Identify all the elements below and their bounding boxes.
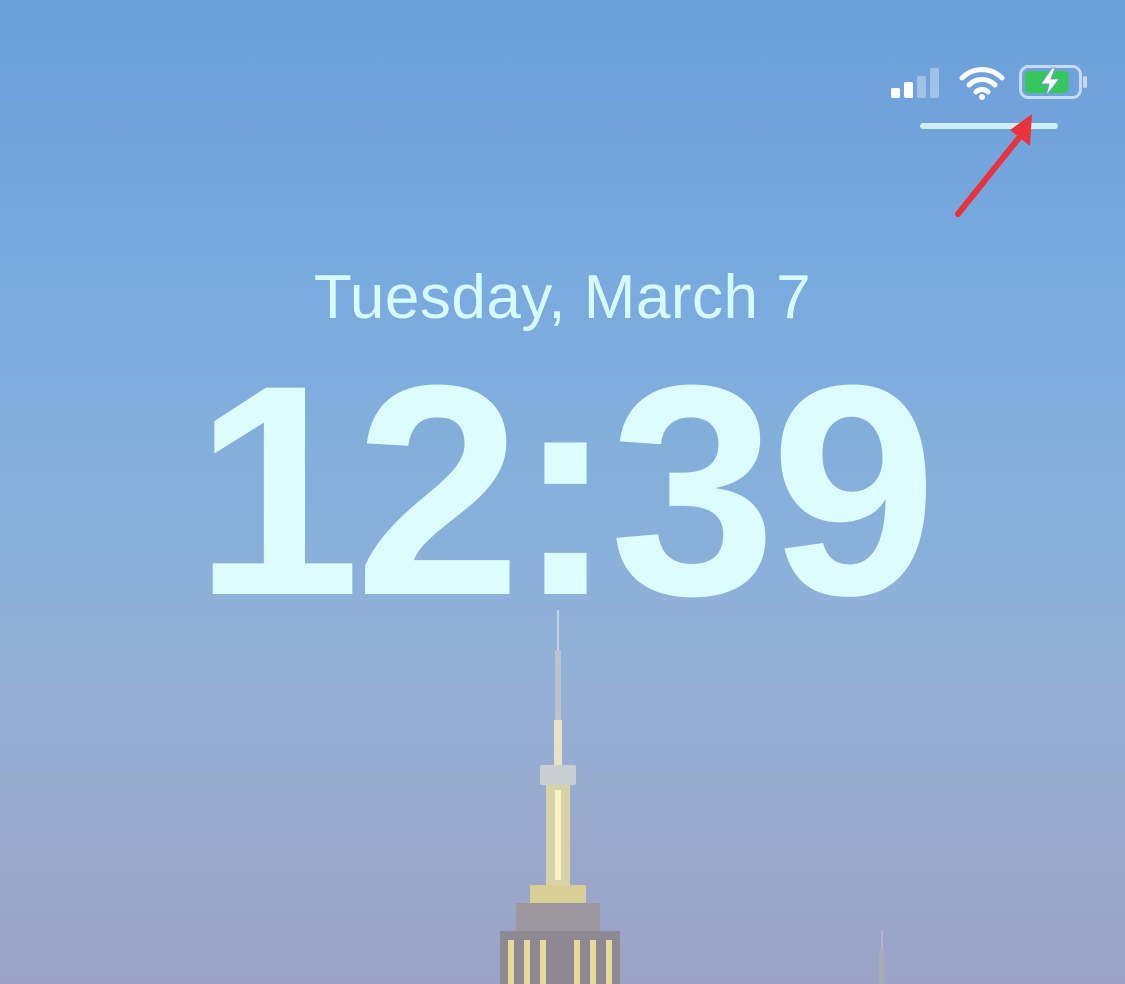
lock-screen-time: 12:39: [193, 322, 937, 658]
empire-state-building-spire: [500, 610, 620, 984]
battery-charging-icon: [1019, 65, 1087, 99]
wifi-icon: [959, 67, 1005, 100]
status-bar: [891, 60, 1091, 104]
annotation-arrow-icon: [955, 114, 1032, 217]
cellular-signal-icon: [891, 68, 939, 98]
distant-antenna: [879, 930, 885, 984]
